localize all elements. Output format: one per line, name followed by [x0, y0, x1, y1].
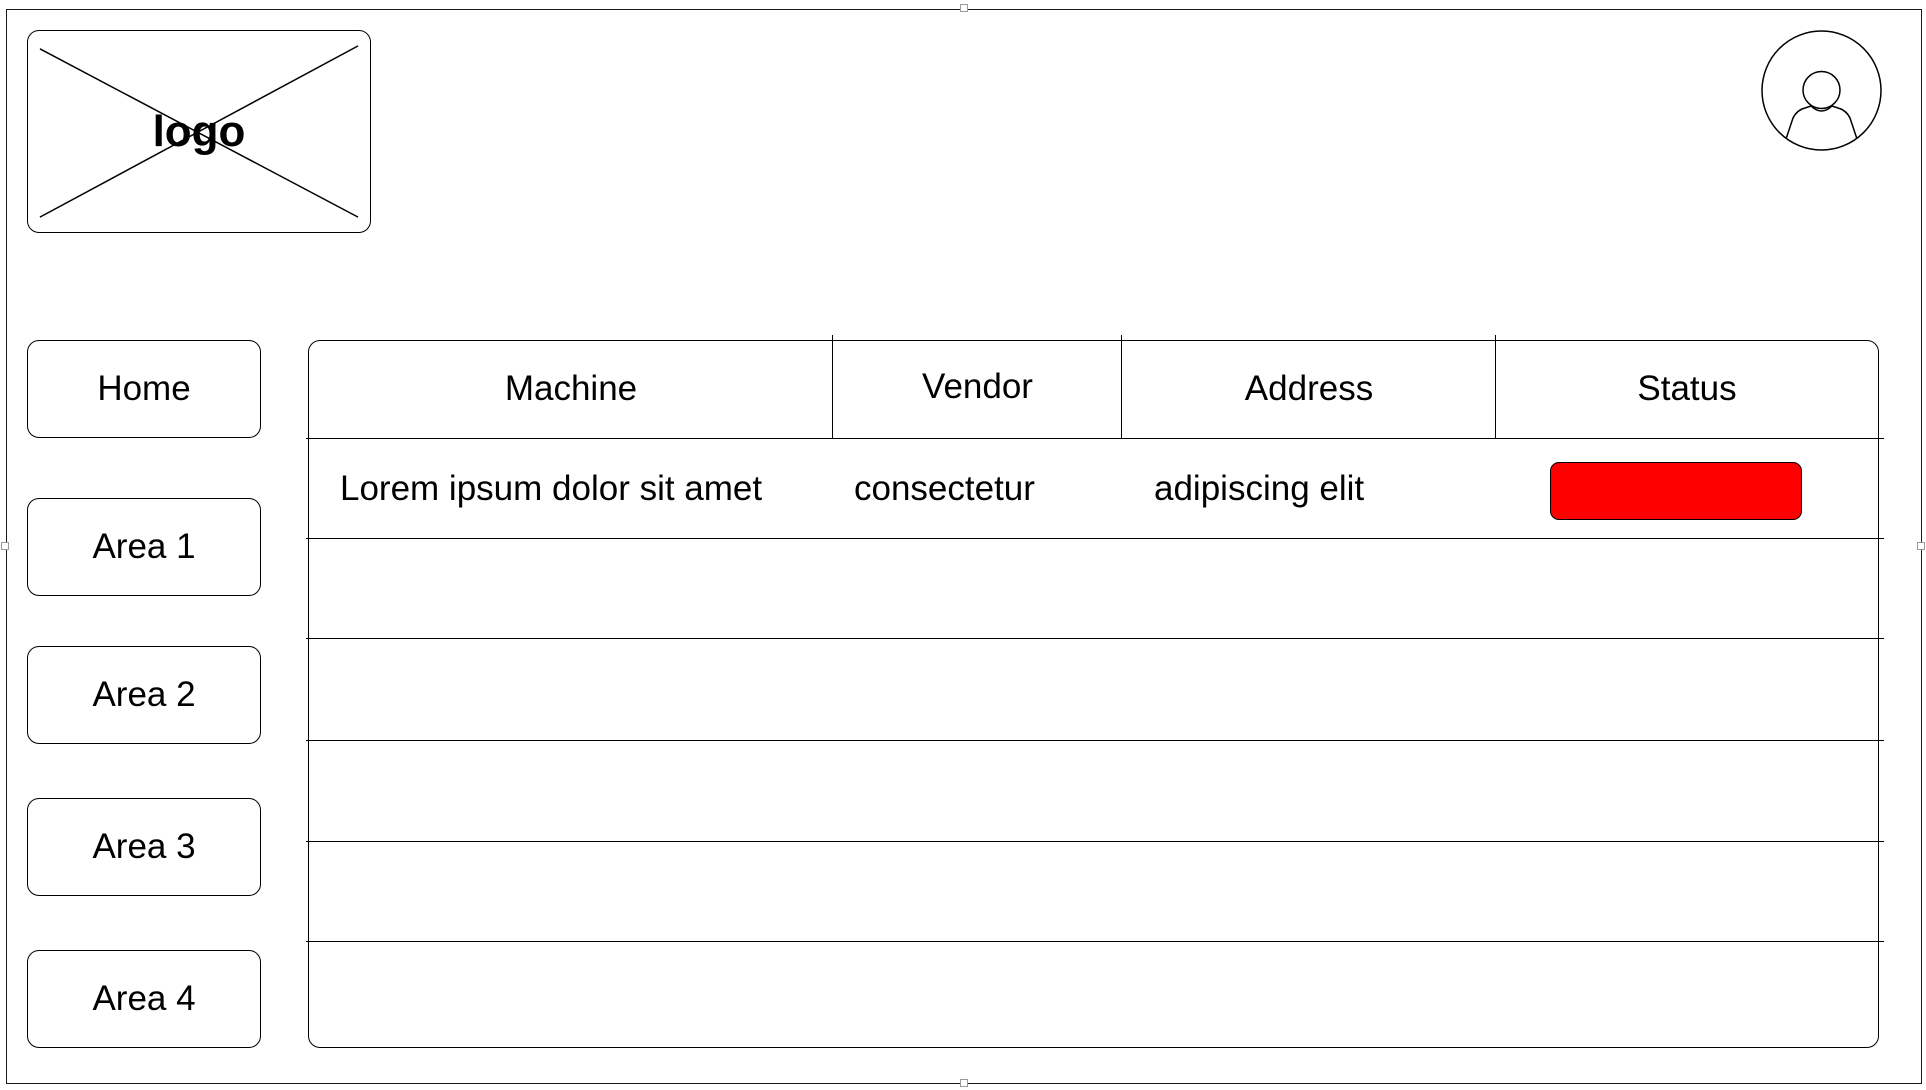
column-header-address[interactable]: Address	[1123, 341, 1495, 437]
status-indicator[interactable]	[1550, 462, 1802, 520]
cell-machine: Lorem ipsum dolor sit amet	[340, 469, 763, 508]
row-divider	[306, 941, 1884, 942]
cell-address: adipiscing elit	[1154, 469, 1365, 508]
resize-handle-left[interactable]	[1, 542, 9, 550]
column-header-machine[interactable]: Machine	[310, 341, 832, 437]
nav-area-1-button[interactable]: Area 1	[27, 498, 261, 596]
row-divider	[306, 638, 1884, 639]
nav-home-button[interactable]: Home	[27, 340, 261, 438]
nav-area-3-button[interactable]: Area 3	[27, 798, 261, 896]
nav-area-2-button[interactable]: Area 2	[27, 646, 261, 744]
logo-text: logo	[152, 106, 246, 156]
user-avatar-button[interactable]	[1761, 30, 1882, 151]
resize-handle-bottom[interactable]	[960, 1079, 968, 1087]
column-divider	[1495, 335, 1496, 439]
logo-placeholder[interactable]: logo	[27, 30, 371, 233]
table-row[interactable]	[310, 640, 1876, 740]
cell-vendor: consectetur	[854, 469, 1035, 508]
table-row[interactable]	[310, 742, 1876, 841]
table-row[interactable]	[310, 843, 1876, 941]
column-header-vendor[interactable]: Vendor	[834, 339, 1121, 435]
resize-handle-top[interactable]	[960, 4, 968, 12]
table-row[interactable]	[310, 943, 1876, 1045]
row-divider	[306, 841, 1884, 842]
nav-area-4-button[interactable]: Area 4	[27, 950, 261, 1048]
row-divider	[306, 438, 1884, 439]
column-divider	[832, 335, 833, 439]
row-divider	[306, 538, 1884, 539]
resize-handle-right[interactable]	[1917, 542, 1925, 550]
table-row[interactable]	[310, 540, 1876, 638]
row-divider	[306, 740, 1884, 741]
user-avatar-icon	[1761, 30, 1882, 151]
column-header-status[interactable]: Status	[1497, 341, 1877, 437]
column-divider	[1121, 335, 1122, 439]
